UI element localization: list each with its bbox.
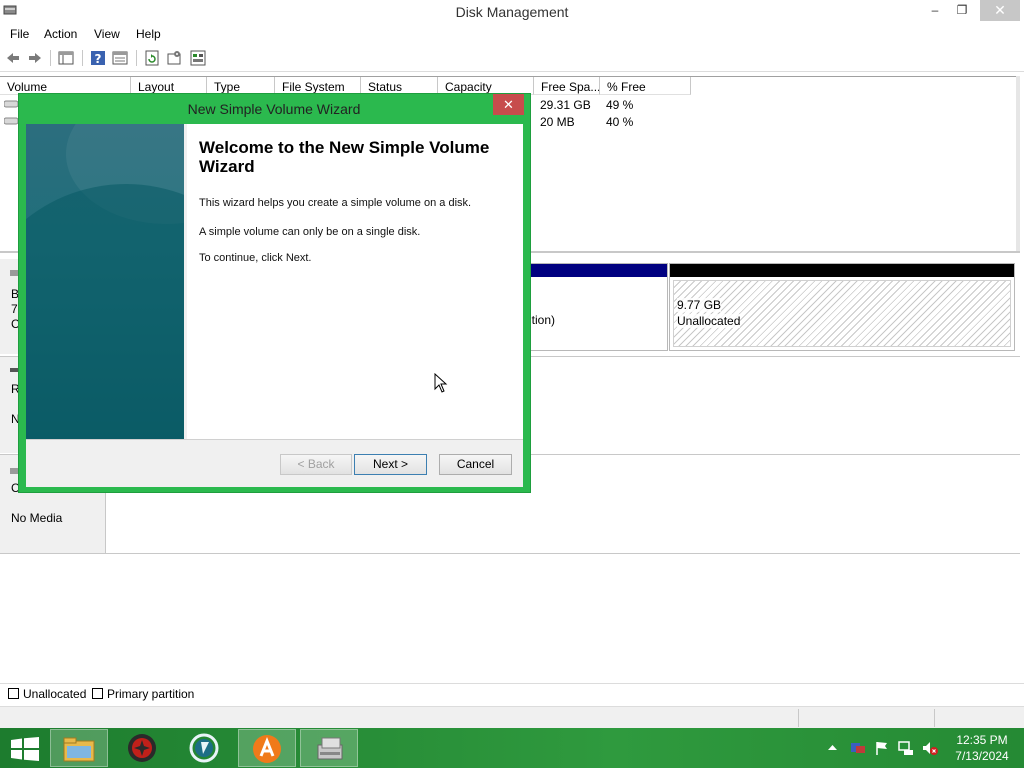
disk-row-divider [0,553,1020,554]
status-bar [0,706,1024,728]
wizard-content: Welcome to the New Simple Volume Wizard … [187,124,523,439]
start-icon[interactable] [11,737,39,761]
toolbar-separator [50,50,51,66]
taskbar-file-explorer[interactable] [50,729,108,767]
clock-time: 12:35 PM [956,733,1008,747]
security-app-icon [189,733,219,763]
help-icon[interactable]: ? [90,50,106,66]
no-media-label: No Media [11,511,63,525]
properties-icon[interactable] [112,50,128,66]
taskbar-red-app[interactable] [114,729,172,767]
avast-icon [253,735,281,763]
cancel-button[interactable]: Cancel [439,454,512,475]
percent-free-cell: 49 % [606,98,634,112]
new-simple-volume-wizard: New Simple Volume Wizard ✕ Welcome to th… [18,93,531,493]
wizard-close-button[interactable]: ✕ [493,94,524,115]
svg-text:?: ? [95,52,102,66]
back-button[interactable]: < Back [280,454,352,475]
menu-bar: File Action View Help [0,23,1024,45]
show-hidden-icons-icon[interactable] [828,744,837,751]
legend-swatch-primary [92,688,103,699]
banner-decoration [26,184,184,439]
close-button[interactable]: ✕ [980,0,1020,21]
drive-icon [4,100,18,108]
disk-0-size: 7 [11,302,18,316]
toolbar-separator [82,50,83,66]
percent-free-cell: 40 % [606,115,634,129]
back-arrow-icon[interactable] [5,50,21,66]
file-explorer-icon [63,737,95,762]
disk-management-icon [317,737,343,760]
drive-icon [4,117,18,125]
menu-action[interactable]: Action [44,27,77,41]
title-bar: Disk Management – ❐ ✕ [0,0,1024,23]
refresh-icon[interactable] [144,50,160,66]
console-tree-icon[interactable] [58,50,74,66]
tray-app-icon[interactable] [850,740,866,756]
taskbar-security-app[interactable] [176,729,234,767]
volume-muted-icon[interactable] [922,740,938,756]
settings-icon[interactable] [166,50,182,66]
unallocated-bar [670,264,1014,277]
mouse-cursor-icon [434,373,448,393]
wizard-paragraph: This wizard helps you create a simple vo… [199,197,472,209]
volume-list-scrollbar[interactable] [1016,76,1020,251]
status-divider [934,709,935,727]
taskbar: 12:35 PM 7/13/2024 [0,728,1024,768]
window-title: Disk Management [455,4,569,20]
legend: Unallocated Primary partition [0,683,1024,703]
column-header-free-space[interactable]: Free Spa... [534,77,600,95]
unallocated-partition[interactable]: 9.77 GB Unallocated [669,263,1015,351]
action-center-flag-icon[interactable] [874,740,890,756]
legend-swatch-unallocated [8,688,19,699]
wizard-divider [26,439,523,440]
primary-partition-bar [529,264,667,277]
taskbar-disk-management[interactable] [300,729,358,767]
toolbar: ? [0,45,1024,72]
column-header-percent-free[interactable]: % Free [600,77,691,95]
menu-help[interactable]: Help [136,27,161,41]
unallocated-size: 9.77 GB [677,298,722,312]
menu-file[interactable]: File [10,27,29,41]
minimize-button[interactable]: – [920,0,950,21]
wizard-paragraph: To continue, click Next. [199,252,312,264]
red-app-icon [128,734,156,762]
next-button[interactable]: Next > [354,454,427,475]
clock-date: 7/13/2024 [955,749,1009,763]
primary-partition[interactable]: ition) [528,263,668,351]
restore-button[interactable]: ❐ [948,0,976,21]
wizard-title: New Simple Volume Wizard [187,101,361,117]
unallocated-label: Unallocated [677,314,741,328]
partition-label: ition) [529,313,556,327]
network-icon[interactable] [898,740,914,756]
free-space-cell: 29.31 GB [540,98,591,112]
taskbar-avast[interactable] [238,729,296,767]
toolbar-separator [136,50,137,66]
wizard-heading: Welcome to the New Simple Volume Wizard [199,138,490,176]
taskbar-clock[interactable]: 12:35 PM 7/13/2024 [944,732,1020,764]
wizard-body: Welcome to the New Simple Volume Wizard … [26,124,523,487]
menu-view[interactable]: View [94,27,120,41]
legend-primary-partition: Primary partition [107,687,195,701]
legend-unallocated: Unallocated [23,687,87,701]
free-space-cell: 20 MB [540,115,575,129]
wizard-paragraph: A simple volume can only be on a single … [199,226,421,238]
forward-arrow-icon[interactable] [27,50,43,66]
disk-properties-icon[interactable] [190,50,206,66]
wizard-banner-image [26,124,184,439]
status-divider [798,709,799,727]
